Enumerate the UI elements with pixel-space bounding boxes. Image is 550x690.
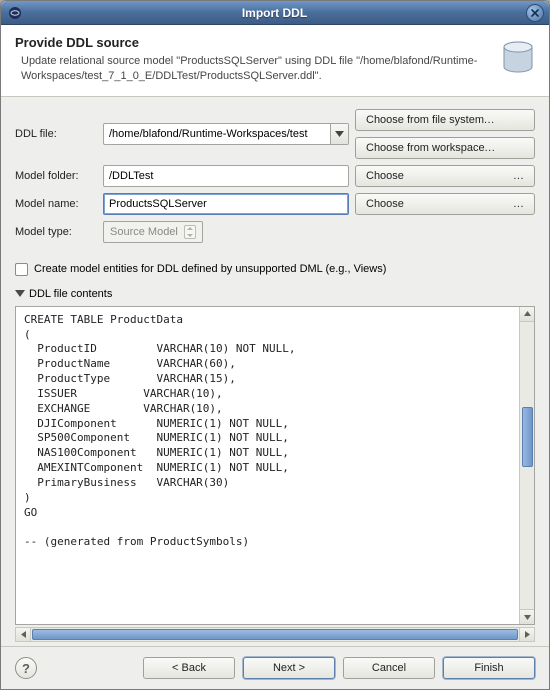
- ddl-file-input[interactable]: [104, 124, 330, 144]
- horizontal-scroll-thumb[interactable]: [32, 629, 518, 640]
- choose-from-workspace-button[interactable]: Choose from workspace...: [355, 137, 535, 159]
- finish-button[interactable]: Finish: [443, 657, 535, 679]
- vertical-scrollbar[interactable]: [519, 307, 534, 624]
- scroll-left-icon[interactable]: [16, 628, 31, 641]
- unsupported-dml-label: Create model entities for DDL defined by…: [34, 263, 386, 275]
- next-button[interactable]: Next >: [243, 657, 335, 679]
- ddl-file-label: DDL file:: [15, 128, 97, 140]
- ddl-contents-disclosure[interactable]: DDL file contents: [15, 288, 535, 300]
- import-ddl-dialog: Import DDL Provide DDL source Update rel…: [0, 0, 550, 690]
- wizard-body: DDL file: Choose from file system... Cho…: [1, 97, 549, 646]
- model-folder-input[interactable]: [103, 165, 349, 187]
- back-button[interactable]: < Back: [143, 657, 235, 679]
- unsupported-dml-checkbox[interactable]: [15, 263, 28, 276]
- eclipse-app-icon: [7, 5, 23, 21]
- scroll-up-icon[interactable]: [520, 307, 535, 322]
- model-type-label: Model type:: [15, 226, 97, 238]
- close-button[interactable]: [526, 4, 544, 22]
- window-title: Import DDL: [23, 6, 526, 20]
- wizard-header: Provide DDL source Update relational sou…: [1, 25, 549, 97]
- titlebar: Import DDL: [1, 1, 549, 25]
- database-icon: [493, 37, 535, 79]
- scroll-down-icon[interactable]: [520, 609, 535, 624]
- ddl-contents-panel: CREATE TABLE ProductData ( ProductID VAR…: [15, 306, 535, 625]
- ddl-file-dropdown[interactable]: [330, 124, 348, 144]
- ddl-contents-label: DDL file contents: [29, 288, 112, 300]
- choose-model-folder-button[interactable]: Choose...: [355, 165, 535, 187]
- unsupported-dml-checkbox-row: Create model entities for DDL defined by…: [15, 263, 535, 276]
- help-button[interactable]: ?: [15, 657, 37, 679]
- cancel-button[interactable]: Cancel: [343, 657, 435, 679]
- ddl-contents-text[interactable]: CREATE TABLE ProductData ( ProductID VAR…: [16, 307, 519, 624]
- page-description: Update relational source model "Products…: [21, 54, 483, 84]
- scroll-right-icon[interactable]: [519, 628, 534, 641]
- choose-from-filesystem-button[interactable]: Choose from file system...: [355, 109, 535, 131]
- chevron-down-icon: [15, 290, 25, 297]
- model-name-input[interactable]: [103, 193, 349, 215]
- model-name-label: Model name:: [15, 198, 97, 210]
- model-type-combo: Source Model: [103, 221, 203, 243]
- wizard-footer: ? < Back Next > Cancel Finish: [1, 646, 549, 689]
- vertical-scroll-thumb[interactable]: [522, 407, 533, 467]
- form-grid: DDL file: Choose from file system... Cho…: [15, 109, 535, 243]
- choose-model-name-button[interactable]: Choose...: [355, 193, 535, 215]
- ddl-file-combo[interactable]: [103, 123, 349, 145]
- horizontal-scrollbar[interactable]: [15, 627, 535, 642]
- page-title: Provide DDL source: [15, 35, 483, 50]
- updown-icon: [184, 225, 196, 239]
- model-folder-label: Model folder:: [15, 170, 97, 182]
- model-type-value: Source Model: [110, 226, 178, 238]
